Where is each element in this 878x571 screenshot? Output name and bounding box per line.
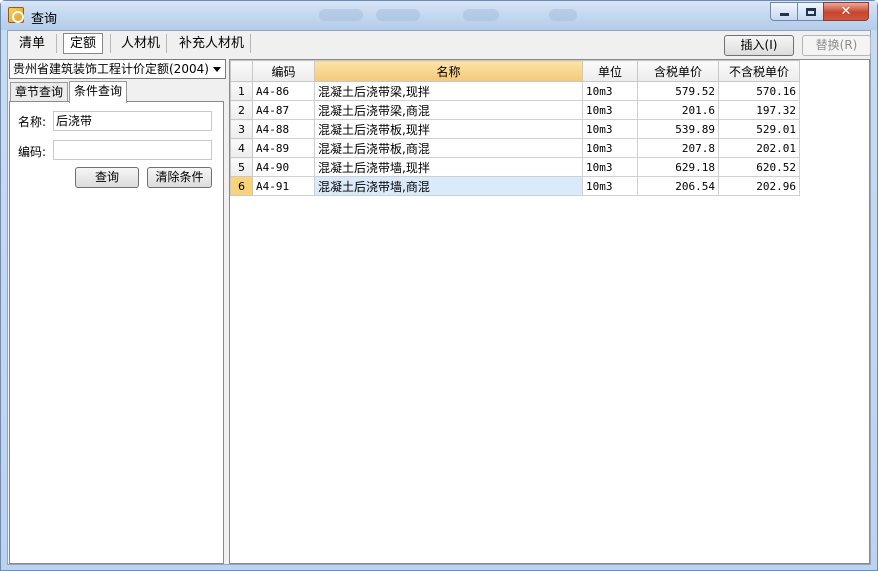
- query-window: 查询 ✕ 清单 定额 人材机 补充人材机 插入(I) 替换(R) 贵州省建筑装饰…: [0, 0, 878, 571]
- tab-separator: [166, 34, 167, 53]
- row-number: 1: [230, 81, 253, 101]
- blurred-title-segment: [376, 9, 420, 21]
- column-header-name[interactable]: 名称: [314, 60, 583, 82]
- cell-price-with-tax[interactable]: 629.18: [637, 157, 719, 177]
- tab-bill[interactable]: 清单: [12, 33, 52, 54]
- cell-price-without-tax[interactable]: 620.52: [718, 157, 800, 177]
- cell-name[interactable]: 混凝土后浇带墙,现拌: [314, 157, 583, 177]
- cell-name[interactable]: 混凝土后浇带梁,商混: [314, 100, 583, 120]
- cell-price-without-tax[interactable]: 202.01: [718, 138, 800, 158]
- column-header-code[interactable]: 编码: [252, 60, 315, 82]
- cell-unit[interactable]: 10m3: [582, 81, 638, 101]
- cell-unit[interactable]: 10m3: [582, 100, 638, 120]
- query-button[interactable]: 查询: [75, 167, 139, 188]
- cell-unit[interactable]: 10m3: [582, 138, 638, 158]
- cell-price-without-tax[interactable]: 529.01: [718, 119, 800, 139]
- table-row[interactable]: 5 A4-90 混凝土后浇带墙,现拌 10m3 629.18 620.52: [230, 157, 800, 177]
- name-label: 名称:: [18, 115, 47, 129]
- cell-unit[interactable]: 10m3: [582, 157, 638, 177]
- cell-unit[interactable]: 10m3: [582, 176, 638, 196]
- title-bar[interactable]: 查询 ✕: [1, 1, 877, 30]
- table-row[interactable]: 4 A4-89 混凝土后浇带板,商混 10m3 207.8 202.01: [230, 138, 800, 158]
- blurred-title-segment: [463, 9, 499, 21]
- maximize-icon: [805, 7, 816, 16]
- cell-price-without-tax[interactable]: 202.96: [718, 176, 800, 196]
- quota-library-select[interactable]: 贵州省建筑装饰工程计价定额(2004): [9, 59, 226, 79]
- cell-name[interactable]: 混凝土后浇带板,现拌: [314, 119, 583, 139]
- blurred-title-segment: [319, 9, 363, 21]
- window-title: 查询: [31, 12, 58, 27]
- minimize-icon: [779, 13, 789, 16]
- row-number: 5: [230, 157, 253, 177]
- cell-code[interactable]: A4-86: [252, 81, 315, 101]
- column-header-rownum[interactable]: [230, 60, 253, 82]
- tab-separator: [110, 34, 111, 53]
- tab-chapter-query[interactable]: 章节查询: [10, 82, 69, 102]
- table-row[interactable]: 2 A4-87 混凝土后浇带梁,商混 10m3 201.6 197.32: [230, 100, 800, 120]
- client-area: 清单 定额 人材机 补充人材机 插入(I) 替换(R) 贵州省建筑装饰工程计价定…: [7, 30, 871, 565]
- chevron-down-icon: [213, 67, 221, 72]
- table-row-selected[interactable]: 6 A4-91 混凝土后浇带墙,商混 10m3 206.54 202.96: [230, 176, 800, 196]
- column-header-unit[interactable]: 单位: [582, 60, 638, 82]
- cell-code[interactable]: A4-87: [252, 100, 315, 120]
- cell-price-with-tax[interactable]: 201.6: [637, 100, 719, 120]
- insert-button[interactable]: 插入(I): [724, 35, 794, 56]
- close-button[interactable]: ✕: [823, 2, 869, 21]
- row-number: 2: [230, 100, 253, 120]
- blurred-title-segment: [549, 9, 577, 21]
- cell-unit[interactable]: 10m3: [582, 119, 638, 139]
- cell-price-with-tax[interactable]: 539.89: [637, 119, 719, 139]
- app-icon: [8, 7, 24, 23]
- column-header-price-with-tax[interactable]: 含税单价: [637, 60, 719, 82]
- tab-condition-query[interactable]: 条件查询: [69, 81, 128, 103]
- cell-name[interactable]: 混凝土后浇带板,商混: [314, 138, 583, 158]
- code-label: 编码:: [18, 145, 47, 159]
- row-number: 4: [230, 138, 253, 158]
- tab-separator: [56, 34, 57, 53]
- tab-supplementary-lmm[interactable]: 补充人材机: [172, 33, 251, 54]
- quota-results-grid: 编码 名称 单位 含税单价 不含税单价 1 A4-86 混凝土后浇带梁,现拌 1…: [229, 59, 870, 564]
- cell-price-without-tax[interactable]: 197.32: [718, 100, 800, 120]
- quota-library-value: 贵州省建筑装饰工程计价定额(2004): [13, 62, 209, 76]
- cell-code[interactable]: A4-89: [252, 138, 315, 158]
- name-input[interactable]: 后浇带: [53, 111, 212, 131]
- cell-code[interactable]: A4-88: [252, 119, 315, 139]
- minimize-button[interactable]: [770, 2, 798, 21]
- table-row[interactable]: 1 A4-86 混凝土后浇带梁,现拌 10m3 579.52 570.16: [230, 81, 800, 101]
- cell-code[interactable]: A4-91: [252, 176, 315, 196]
- clear-conditions-button[interactable]: 清除条件: [147, 167, 212, 188]
- code-input[interactable]: [53, 140, 212, 160]
- results-table: 编码 名称 单位 含税单价 不含税单价 1 A4-86 混凝土后浇带梁,现拌 1…: [230, 60, 800, 196]
- cell-price-with-tax[interactable]: 579.52: [637, 81, 719, 101]
- close-icon: ✕: [840, 4, 852, 19]
- table-row[interactable]: 3 A4-88 混凝土后浇带板,现拌 10m3 539.89 529.01: [230, 119, 800, 139]
- replace-button[interactable]: 替换(R): [802, 35, 871, 56]
- cell-price-with-tax[interactable]: 207.8: [637, 138, 719, 158]
- tab-separator: [250, 34, 251, 53]
- tab-labor-material-machine[interactable]: 人材机: [114, 33, 167, 54]
- cell-price-with-tax[interactable]: 206.54: [637, 176, 719, 196]
- cell-code[interactable]: A4-90: [252, 157, 315, 177]
- cell-name[interactable]: 混凝土后浇带墙,商混: [314, 176, 583, 196]
- row-number: 6: [230, 176, 253, 196]
- cell-name[interactable]: 混凝土后浇带梁,现拌: [314, 81, 583, 101]
- maximize-button[interactable]: [797, 2, 824, 21]
- table-header-row: 编码 名称 单位 含税单价 不含税单价: [230, 60, 800, 82]
- cell-price-without-tax[interactable]: 570.16: [718, 81, 800, 101]
- condition-query-panel: 名称: 后浇带 编码: 查询 清除条件: [9, 101, 224, 564]
- tab-quota[interactable]: 定额: [63, 33, 104, 54]
- row-number: 3: [230, 119, 253, 139]
- column-header-price-without-tax[interactable]: 不含税单价: [718, 60, 800, 82]
